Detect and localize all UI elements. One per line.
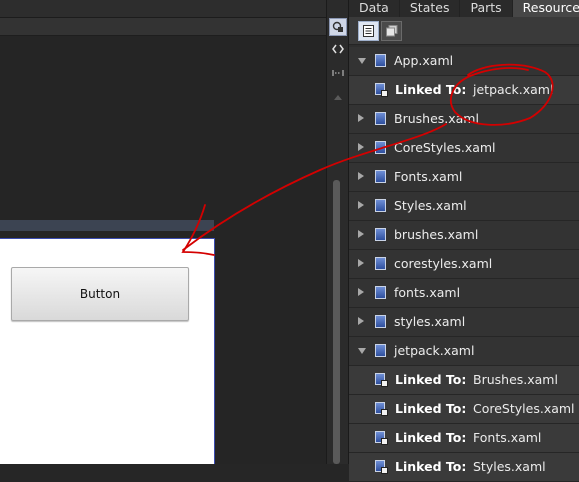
detail-view-icon[interactable] xyxy=(381,21,402,41)
xaml-file-icon xyxy=(375,170,386,183)
pin-panel-icon[interactable] xyxy=(329,18,347,36)
triangle-right-icon[interactable] xyxy=(358,172,364,180)
tree-item-resource[interactable]: Brushes.xaml xyxy=(349,105,579,134)
linked-file-icon xyxy=(375,460,388,474)
xaml-file-icon xyxy=(375,344,386,357)
tree-item-resource[interactable]: styles.xaml xyxy=(349,308,579,337)
linked-entry[interactable]: Linked To: Styles.xaml xyxy=(349,453,579,482)
tab-states[interactable]: States xyxy=(400,0,461,17)
xaml-file-icon xyxy=(375,112,386,125)
panel-tabs: Data States Parts Resources xyxy=(349,0,579,17)
tree-item-label: Styles.xaml xyxy=(394,198,467,213)
canvas-ruler-bar xyxy=(0,18,326,36)
linked-entry[interactable]: Linked To: jetpack.xaml xyxy=(349,76,579,105)
expand-collapse-icon[interactable] xyxy=(329,40,347,58)
linked-to-value: Styles.xaml xyxy=(473,459,546,474)
linked-entry[interactable]: Linked To: CoreStyles.xaml xyxy=(349,395,579,424)
tree-item-label: styles.xaml xyxy=(394,314,466,329)
triangle-right-icon[interactable] xyxy=(358,114,364,122)
tree-item-resource[interactable]: fonts.xaml xyxy=(349,279,579,308)
tree-item-resource[interactable]: Styles.xaml xyxy=(349,192,579,221)
linked-file-icon xyxy=(375,373,388,387)
triangle-down-icon[interactable] xyxy=(358,348,366,354)
tree-item-label: fonts.xaml xyxy=(394,285,461,300)
tree-item-label: App.xaml xyxy=(394,53,454,68)
list-view-icon[interactable] xyxy=(358,21,379,41)
tree-item-resource[interactable]: Fonts.xaml xyxy=(349,163,579,192)
triangle-right-icon[interactable] xyxy=(358,201,364,209)
linked-to-label: Linked To: xyxy=(395,459,467,474)
scroll-up-icon[interactable] xyxy=(329,88,347,106)
resource-tree: App.xaml Linked To: jetpack.xaml Brushes… xyxy=(349,47,579,482)
artboard[interactable]: Button xyxy=(0,238,215,464)
panel-toolbar xyxy=(349,17,579,45)
linked-to-label: Linked To: xyxy=(395,401,467,416)
design-canvas[interactable]: Button xyxy=(0,0,326,464)
linked-to-value: Brushes.xaml xyxy=(473,372,558,387)
tree-item-label: CoreStyles.xaml xyxy=(394,140,496,155)
linked-file-icon xyxy=(375,402,388,416)
linked-to-value: jetpack.xaml xyxy=(473,82,554,97)
linked-to-label: Linked To: xyxy=(395,430,467,445)
resources-panel: Data States Parts Resources App.xaml Lin… xyxy=(348,0,579,482)
artboard-header xyxy=(0,220,214,231)
tab-data[interactable]: Data xyxy=(349,0,400,17)
tab-parts[interactable]: Parts xyxy=(460,0,513,17)
tree-item-label: corestyles.xaml xyxy=(394,256,493,271)
dotted-separator-icon[interactable] xyxy=(329,64,347,82)
tree-item-label: brushes.xaml xyxy=(394,227,479,242)
linked-entry[interactable]: Linked To: Fonts.xaml xyxy=(349,424,579,453)
xaml-file-icon xyxy=(375,257,386,270)
triangle-right-icon[interactable] xyxy=(358,259,364,267)
triangle-right-icon[interactable] xyxy=(358,317,364,325)
triangle-right-icon[interactable] xyxy=(358,288,364,296)
triangle-right-icon[interactable] xyxy=(358,230,364,238)
linked-file-icon xyxy=(375,431,388,445)
xaml-file-icon xyxy=(375,286,386,299)
canvas-top-bar xyxy=(0,0,326,18)
tree-item-label: Brushes.xaml xyxy=(394,111,479,126)
tree-item-jetpack[interactable]: jetpack.xaml xyxy=(349,337,579,366)
tree-item-label: Fonts.xaml xyxy=(394,169,463,184)
sample-button[interactable]: Button xyxy=(11,267,189,321)
linked-file-icon xyxy=(375,83,388,97)
xaml-file-icon xyxy=(375,228,386,241)
scrollbar-thumb[interactable] xyxy=(333,180,340,464)
tree-item-resource[interactable]: CoreStyles.xaml xyxy=(349,134,579,163)
tree-item-app[interactable]: App.xaml xyxy=(349,47,579,76)
triangle-down-icon[interactable] xyxy=(358,58,366,64)
linked-to-value: CoreStyles.xaml xyxy=(473,401,575,416)
linked-to-label: Linked To: xyxy=(395,82,467,97)
tree-item-resource[interactable]: brushes.xaml xyxy=(349,221,579,250)
linked-to-label: Linked To: xyxy=(395,372,467,387)
xaml-file-icon xyxy=(375,315,386,328)
triangle-right-icon[interactable] xyxy=(358,143,364,151)
xaml-file-icon xyxy=(375,141,386,154)
linked-to-value: Fonts.xaml xyxy=(473,430,542,445)
linked-entry[interactable]: Linked To: Brushes.xaml xyxy=(349,366,579,395)
xaml-file-icon xyxy=(375,54,386,67)
xaml-file-icon xyxy=(375,199,386,212)
tree-item-label: jetpack.xaml xyxy=(394,343,475,358)
tree-item-resource[interactable]: corestyles.xaml xyxy=(349,250,579,279)
tab-resources[interactable]: Resources xyxy=(512,0,579,17)
